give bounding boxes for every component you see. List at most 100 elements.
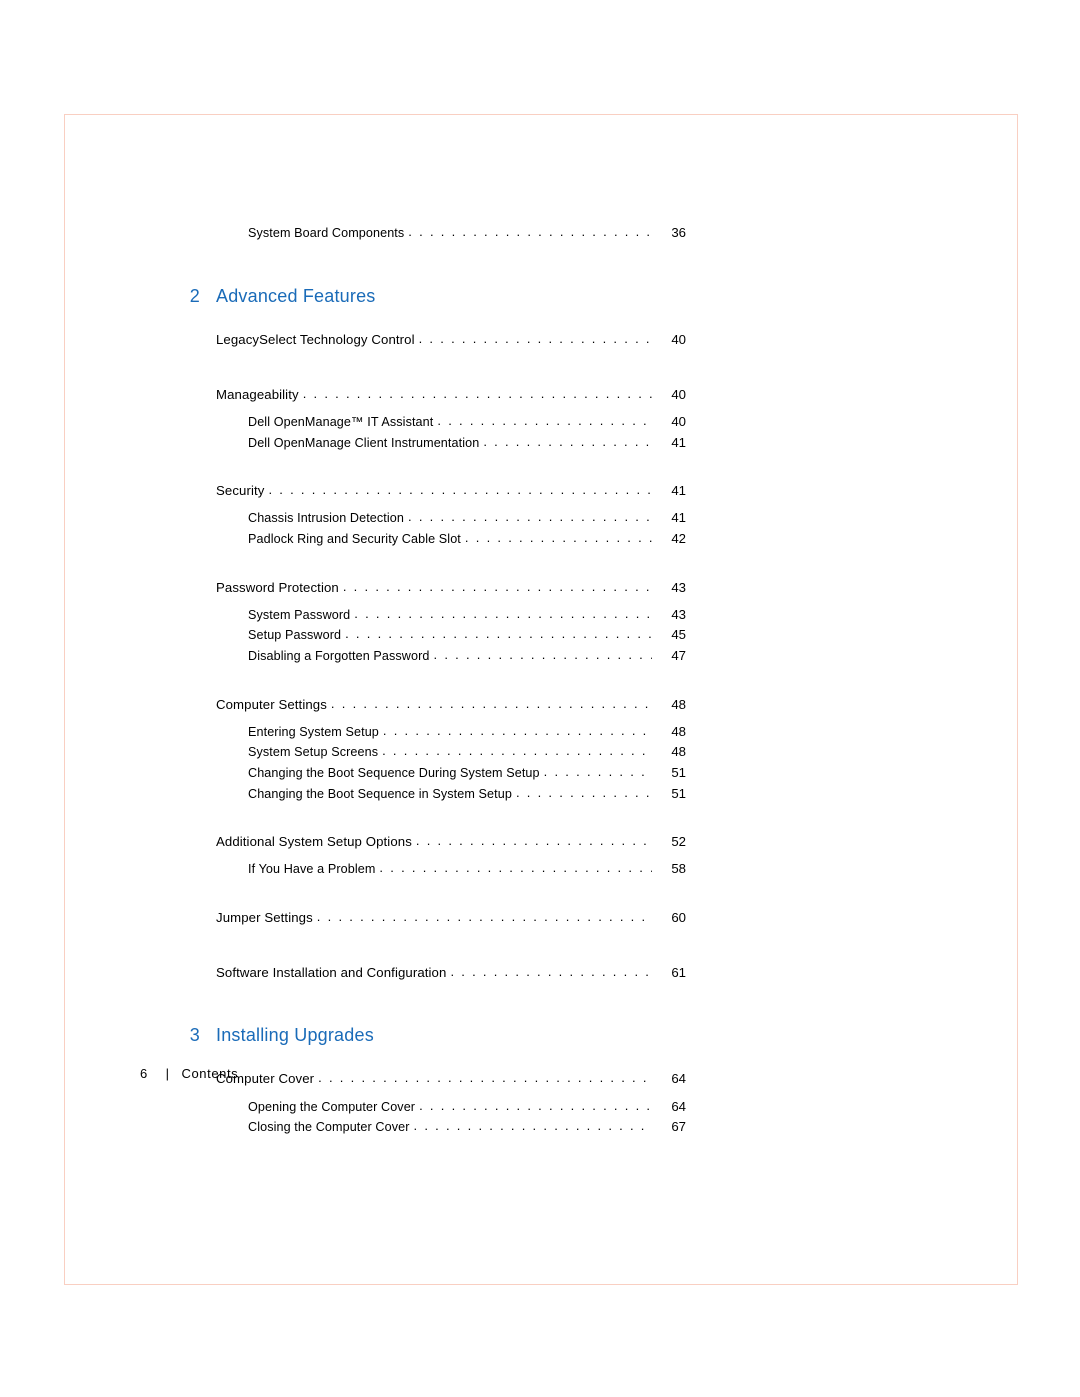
page-footer: 6 | Contents <box>140 1066 238 1081</box>
toc-entry-page: 40 <box>656 415 686 428</box>
toc-leader-dots <box>345 628 652 639</box>
toc-leader-dots <box>465 532 652 543</box>
toc-group-spacer <box>166 360 686 374</box>
toc-entry[interactable]: Manageability 40 <box>216 388 686 401</box>
toc-entry-page: 64 <box>656 1072 686 1085</box>
toc-entry[interactable]: Password Protection 43 <box>216 581 686 594</box>
toc-leader-dots <box>416 835 652 846</box>
toc-entry-page: 41 <box>656 484 686 497</box>
toc-entry-page: 40 <box>656 388 686 401</box>
toc-group-spacer <box>166 938 686 952</box>
toc-entry[interactable]: Chassis Intrusion Detection41 <box>248 511 686 525</box>
toc-leader-dots <box>414 1120 653 1131</box>
section-heading[interactable]: 3 Installing Upgrades <box>166 1025 686 1046</box>
toc-group-spacer <box>166 553 686 567</box>
toc-group-spacer <box>166 456 686 470</box>
toc-entry[interactable]: Padlock Ring and Security Cable Slot42 <box>248 532 686 546</box>
toc-leader-dots <box>544 766 652 777</box>
section-title: Installing Upgrades <box>216 1025 374 1046</box>
toc-entry[interactable]: Disabling a Forgotten Password 47 <box>248 649 686 663</box>
toc-entry-label: Opening the Computer Cover <box>248 1101 415 1114</box>
toc-entry-page: 52 <box>656 835 686 848</box>
toc-leader-dots <box>483 436 652 447</box>
toc-entry[interactable]: Dell OpenManage™ IT Assistant40 <box>248 415 686 429</box>
toc-leader-dots <box>408 511 652 522</box>
toc-group-spacer <box>166 883 686 897</box>
section-number: 3 <box>166 1025 200 1046</box>
toc-entry-label: Padlock Ring and Security Cable Slot <box>248 533 461 546</box>
section-title: Advanced Features <box>216 286 376 307</box>
toc-entry-label: System Setup Screens <box>248 746 378 759</box>
toc-entry-label: Manageability <box>216 388 299 401</box>
toc-entry-page: 43 <box>656 608 686 621</box>
toc-leader-dots <box>516 787 652 798</box>
footer-separator: | <box>166 1066 170 1081</box>
toc-entry[interactable]: Dell OpenManage Client Instrumentation41 <box>248 436 686 450</box>
toc-entry-page: 61 <box>656 966 686 979</box>
toc-entry-page: 48 <box>656 725 686 738</box>
toc-leader-dots <box>450 966 652 977</box>
toc-entry[interactable]: Entering System Setup48 <box>248 725 686 739</box>
toc-entry[interactable]: System Setup Screens 48 <box>248 745 686 759</box>
toc-entry[interactable]: Setup Password 45 <box>248 628 686 642</box>
toc-entry-label: Changing the Boot Sequence During System… <box>248 767 540 780</box>
toc-entry-page: 67 <box>656 1120 686 1133</box>
toc-entry-page: 45 <box>656 628 686 641</box>
toc-entry-page: 64 <box>656 1100 686 1113</box>
toc-entry[interactable]: If You Have a Problem 58 <box>248 862 686 876</box>
toc-entry-label: System Board Components <box>248 227 404 240</box>
toc-entry[interactable]: Additional System Setup Options 52 <box>216 835 686 848</box>
toc-entry[interactable]: LegacySelect Technology Control40 <box>216 333 686 346</box>
toc-entry[interactable]: Closing the Computer Cover 67 <box>248 1120 686 1134</box>
section-number: 2 <box>166 286 200 307</box>
toc-leader-dots <box>382 745 652 756</box>
toc-entry-page: 58 <box>656 862 686 875</box>
toc-entry[interactable]: Changing the Boot Sequence During System… <box>248 766 686 780</box>
toc-entry-page: 48 <box>656 698 686 711</box>
toc-entry[interactable]: Computer Settings48 <box>216 698 686 711</box>
toc-leader-dots <box>317 911 652 922</box>
toc-entry-label: System Password <box>248 609 350 622</box>
toc-entry-label: LegacySelect Technology Control <box>216 333 415 346</box>
toc-entry[interactable]: System Password 43 <box>248 608 686 622</box>
toc-entry-page: 51 <box>656 766 686 779</box>
toc-entry-page: 43 <box>656 581 686 594</box>
toc-entry-label: Changing the Boot Sequence in System Set… <box>248 788 512 801</box>
toc-entry-label: If You Have a Problem <box>248 863 375 876</box>
toc-entry[interactable]: Opening the Computer Cover 64 <box>248 1100 686 1114</box>
toc-leader-dots <box>419 333 652 344</box>
toc-leader-dots <box>379 862 652 873</box>
toc-entry-page: 51 <box>656 787 686 800</box>
toc-entry-label: Chassis Intrusion Detection <box>248 512 404 525</box>
toc-leader-dots <box>383 725 652 736</box>
toc-entry-page: 41 <box>656 436 686 449</box>
toc-group-spacer <box>166 807 686 821</box>
toc-entry[interactable]: Software Installation and Configuration 6… <box>216 966 686 979</box>
toc-entry[interactable]: System Board Components36 <box>248 226 686 240</box>
toc-entry-page: 60 <box>656 911 686 924</box>
toc-leader-dots <box>437 415 652 426</box>
toc-entry-label: Security <box>216 484 264 497</box>
toc-entry[interactable]: Changing the Boot Sequence in System Set… <box>248 787 686 801</box>
toc-leader-dots <box>408 226 652 237</box>
toc-leader-dots <box>434 649 652 660</box>
toc-entry[interactable]: Security 41 <box>216 484 686 497</box>
toc-leader-dots <box>419 1100 652 1111</box>
toc-entry[interactable]: Computer Cover64 <box>216 1072 686 1085</box>
toc-entry-label: Disabling a Forgotten Password <box>248 650 430 663</box>
toc-leader-dots <box>331 698 652 709</box>
footer-label: Contents <box>181 1066 238 1081</box>
toc-entry-label: Password Protection <box>216 581 339 594</box>
section-heading[interactable]: 2 Advanced Features <box>166 286 686 307</box>
toc-entry[interactable]: Jumper Settings 60 <box>216 911 686 924</box>
toc-entry-label: Setup Password <box>248 629 341 642</box>
toc-entry-label: Software Installation and Configuration <box>216 966 446 979</box>
toc-entry-page: 47 <box>656 649 686 662</box>
toc-leader-dots <box>318 1072 652 1083</box>
toc-entry-label: Jumper Settings <box>216 911 313 924</box>
toc-leader-dots <box>268 484 652 495</box>
footer-page-number: 6 <box>140 1066 148 1081</box>
toc-entry-label: Closing the Computer Cover <box>248 1121 410 1134</box>
toc-entry-page: 48 <box>656 745 686 758</box>
toc-entry-label: Additional System Setup Options <box>216 835 412 848</box>
